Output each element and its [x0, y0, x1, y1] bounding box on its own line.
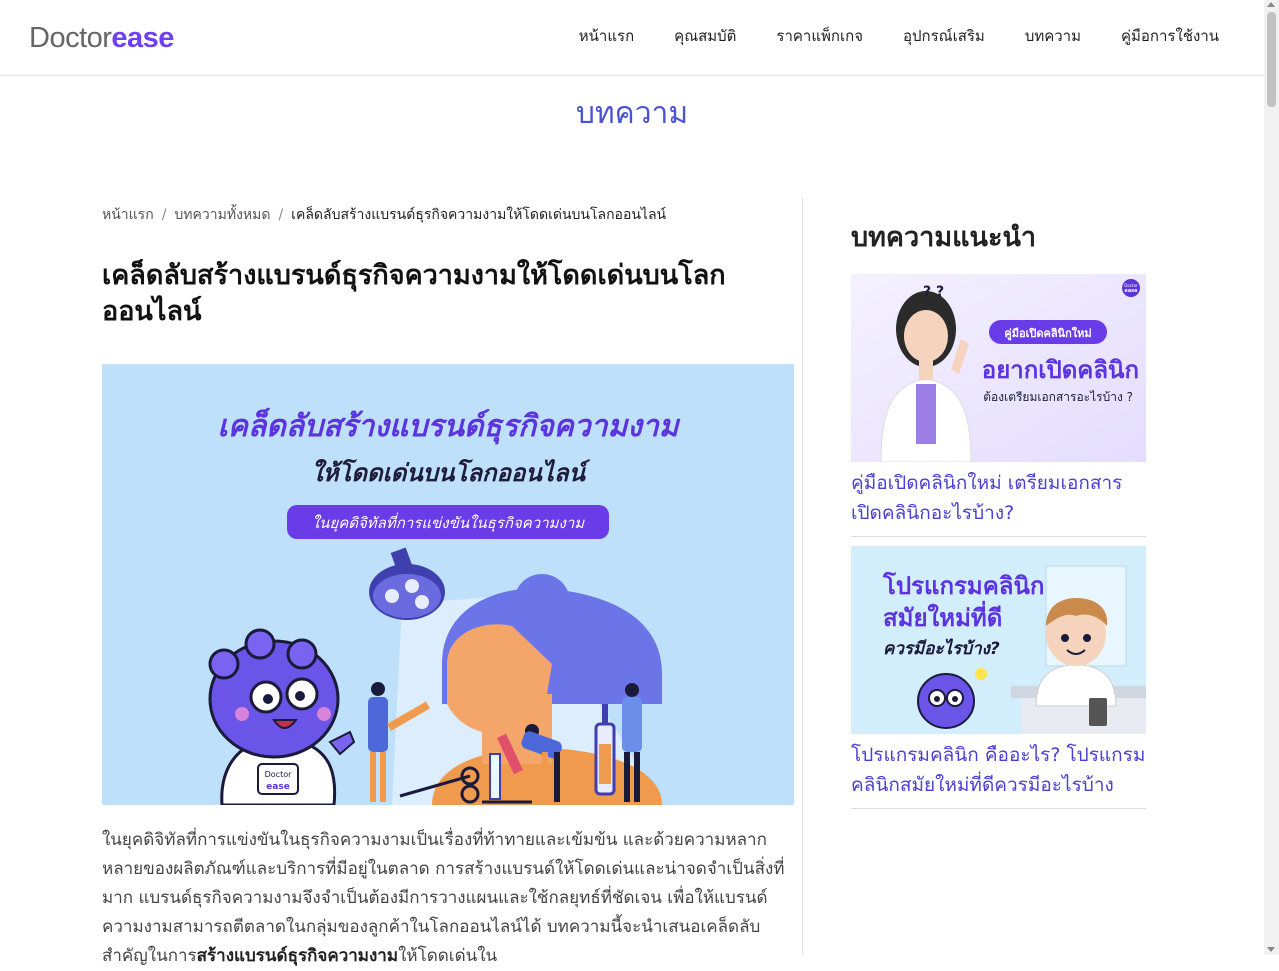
question-marks: ? ? — [923, 284, 944, 300]
article-hero-image: เคล็ดลับสร้างแบรนด์ธุรกิจความงาม ให้โดดเ… — [102, 364, 794, 805]
thumb-badge-text: คู่มือเปิดคลินิกใหม่ — [1004, 326, 1091, 341]
scrollbar-thumb[interactable] — [1267, 12, 1276, 107]
breadcrumb-home[interactable]: หน้าแรก — [102, 207, 154, 223]
card-divider — [851, 808, 1146, 809]
logo-text-doctor: Doctor — [29, 22, 112, 54]
scrollbar[interactable] — [1264, 0, 1279, 955]
nav-user-guide[interactable]: คู่มือการใช้งาน — [1121, 25, 1219, 47]
card-thumbnail-clinic-docs[interactable]: ? ? Doctor ease คู่มือเปิดคลินิกใหม่ อยา… — [851, 274, 1146, 462]
column-divider — [802, 198, 803, 955]
nav-accessories[interactable]: อุปกรณ์เสริม — [903, 25, 985, 47]
nav-home[interactable]: หน้าแรก — [579, 25, 634, 47]
mascot-badge-logo-bottom: ease — [266, 782, 290, 792]
thumb-subline: ต้องเตรียมเอกสารอะไรบ้าง ? — [983, 390, 1133, 404]
thumb-headline: อยากเปิดคลินิก — [982, 356, 1139, 384]
hero-pill-text: ในยุคดิจิทัลที่การแข่งขันในธุรกิจความงาม — [312, 512, 585, 532]
doctorease-logo[interactable]: Doctorease — [29, 20, 174, 56]
article-body-keyword: สร้างแบรนด์ธุรกิจความงาม — [196, 946, 399, 966]
card-title-link[interactable]: คู่มือเปิดคลินิกใหม่ เตรียมเอกสารเปิดคลิ… — [851, 468, 1146, 528]
breadcrumb-separator: / — [161, 207, 167, 223]
breadcrumb-current: เคล็ดลับสร้างแบรนด์ธุรกิจความงามให้โดดเด… — [291, 207, 667, 223]
mascot-badge-logo-top: Doctor — [265, 770, 292, 779]
nav-pricing[interactable]: ราคาแพ็กเกจ — [776, 25, 863, 47]
card-title-link[interactable]: โปรแกรมคลินิก คืออะไร? โปรแกรมคลินิกสมัย… — [851, 740, 1146, 800]
scroll-down-arrow-icon[interactable] — [1267, 947, 1275, 952]
card-thumbnail-clinic-software[interactable]: โปรแกรมคลินิก สมัยใหม่ที่ดี ควรมีอะไรบ้า… — [851, 546, 1146, 734]
hero-headline-line1: เคล็ดลับสร้างแบรนด์ธุรกิจความงาม — [218, 407, 681, 445]
card-divider — [851, 536, 1146, 537]
main-nav: หน้าแรก คุณสมบัติ ราคาแพ็กเกจ อุปกรณ์เสร… — [579, 25, 1219, 47]
sidebar-title: บทความแนะนำ — [851, 222, 1037, 253]
page-heading: บทความ — [575, 96, 689, 131]
article-body: ในยุคดิจิทัลที่การแข่งขันในธุรกิจความงาม… — [102, 826, 792, 971]
recommended-article-card[interactable]: โปรแกรมคลินิก สมัยใหม่ที่ดี ควรมีอะไรบ้า… — [851, 546, 1146, 809]
nav-features[interactable]: คุณสมบัติ — [674, 25, 736, 47]
thumb-logo-bottom: ease — [1124, 288, 1138, 294]
hero-headline-line2: ให้โดดเด่นบนโลกออนไลน์ — [311, 458, 591, 487]
thumb-line3: ควรมีอะไรบ้าง? — [883, 638, 1000, 659]
thumb-line1: โปรแกรมคลินิก — [882, 571, 1044, 600]
scroll-up-arrow-icon[interactable] — [1267, 2, 1275, 7]
article-body-continued: ให้โดดเด่นใน — [398, 946, 498, 966]
breadcrumb: หน้าแรก / บทความทั้งหมด / เคล็ดลับสร้างแบรนด… — [102, 205, 666, 225]
site-header: Doctorease หน้าแรก คุณสมบัติ ราคาแพ็กเกจ… — [0, 0, 1264, 76]
breadcrumb-all-articles[interactable]: บทความทั้งหมด — [174, 207, 270, 223]
recommended-article-card[interactable]: ? ? Doctor ease คู่มือเปิดคลินิกใหม่ อยา… — [851, 274, 1146, 537]
logo-text-ease: ease — [111, 22, 174, 54]
thumb-line2: สมัยใหม่ที่ดี — [883, 600, 1002, 632]
article-title: เคล็ดลับสร้างแบรนด์ธุรกิจความงามให้โดดเด… — [102, 260, 726, 327]
breadcrumb-separator: / — [278, 207, 284, 223]
nav-articles[interactable]: บทความ — [1025, 25, 1081, 47]
